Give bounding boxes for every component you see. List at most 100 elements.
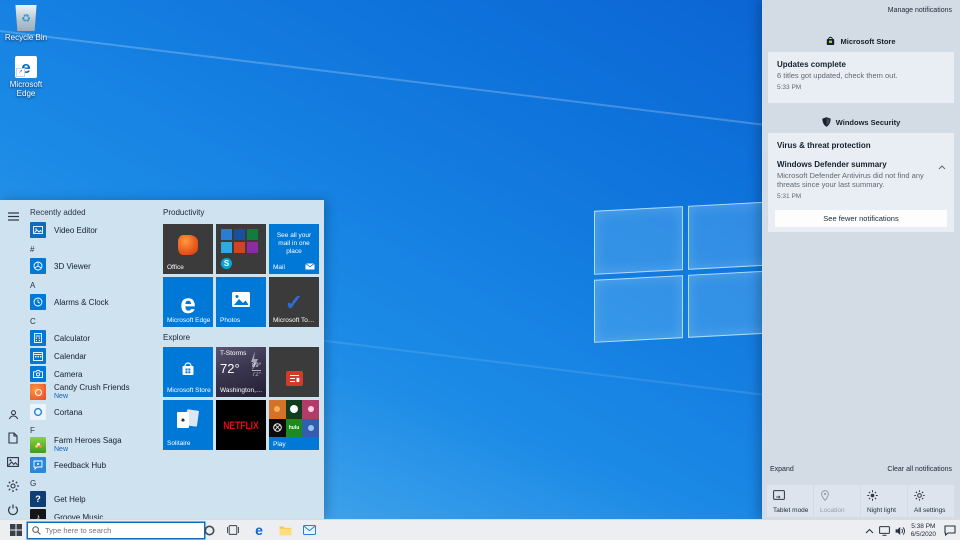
app-item-camera[interactable]: Camera: [24, 365, 166, 383]
tile-weather[interactable]: T-Storms 72° 89°72° Washington,…: [216, 347, 266, 397]
clock-time: 5:38 PM: [911, 523, 936, 531]
desktop-icon-label: Recycle Bin: [2, 33, 50, 42]
taskbar-edge-button[interactable]: e: [250, 520, 268, 540]
see-fewer-notifications-button[interactable]: See fewer notifications: [775, 210, 947, 227]
collapse-chevron-icon[interactable]: [938, 165, 946, 170]
candy-crush-icon: [30, 384, 46, 400]
network-button[interactable]: [879, 526, 890, 536]
speaker-icon: [895, 526, 906, 536]
desktop-icon-microsoft-edge[interactable]: e ↗ MicrosoftEdge: [2, 56, 50, 98]
camera-icon: [30, 366, 46, 382]
notification-group-microsoft-store[interactable]: Microsoft Store: [762, 36, 960, 46]
tile-news[interactable]: [269, 347, 319, 397]
power-button[interactable]: [5, 502, 21, 518]
tile-microsoft-store[interactable]: Microsoft Store: [163, 347, 213, 397]
tile-solitaire[interactable]: ♠ Solitaire: [163, 400, 213, 450]
app-list-section-c[interactable]: C: [30, 317, 36, 326]
start-button[interactable]: [4, 520, 28, 540]
task-view-button[interactable]: [224, 520, 242, 540]
app-item-3d-viewer[interactable]: 3D Viewer: [24, 257, 166, 275]
windows-logo-pane: [594, 275, 683, 343]
tile-microsoft-todo[interactable]: ✓ Microsoft To…: [269, 277, 319, 327]
show-hidden-icons-button[interactable]: [865, 528, 874, 534]
calculator-icon: [30, 330, 46, 346]
notification-store-updates[interactable]: Updates complete 6 titles got updated, c…: [768, 52, 954, 103]
news-icon: [286, 371, 303, 386]
app-item-cortana[interactable]: Cortana: [24, 403, 166, 421]
gear-icon: [914, 490, 925, 501]
tile-microsoft-edge[interactable]: e Microsoft Edge: [163, 277, 213, 327]
app-list-section-a[interactable]: A: [30, 281, 35, 290]
expand-link[interactable]: Expand: [770, 466, 794, 473]
app-list-section-recently-added[interactable]: Recently added: [30, 208, 86, 217]
file-explorer-button[interactable]: [276, 520, 294, 540]
quick-action-tablet-mode[interactable]: Tablet mode: [767, 485, 813, 517]
app-item-feedback-hub[interactable]: Feedback Hub: [24, 456, 166, 474]
action-center-button[interactable]: [944, 525, 956, 536]
taskbar-mail-button[interactable]: [300, 520, 318, 540]
documents-button[interactable]: [5, 430, 21, 446]
3d-viewer-icon: [30, 258, 46, 274]
cortana-icon: [30, 404, 46, 420]
volume-button[interactable]: [895, 526, 906, 536]
app-item-get-help[interactable]: ? Get Help: [24, 490, 166, 508]
office-icon: [178, 235, 198, 255]
app-item-farm-heroes-saga[interactable]: Farm Heroes SagaNew: [24, 436, 166, 454]
quick-action-location[interactable]: Location: [814, 485, 860, 517]
pictures-button[interactable]: [5, 454, 21, 470]
settings-button[interactable]: [5, 478, 21, 494]
app-item-alarms-clock[interactable]: Alarms & Clock: [24, 293, 166, 311]
shortcut-arrow-icon: ↗: [16, 68, 25, 77]
tile-mail[interactable]: See all your mail in one place Mail: [269, 224, 319, 274]
search-icon: [32, 526, 41, 535]
cortana-button[interactable]: [200, 520, 218, 540]
app-item-calendar[interactable]: Calendar: [24, 347, 166, 365]
quick-action-night-light[interactable]: Night light: [861, 485, 907, 517]
tile-office[interactable]: Office: [163, 224, 213, 274]
farm-heroes-icon: [30, 437, 46, 453]
todo-check-icon: ✓: [285, 290, 303, 316]
search-input[interactable]: [45, 526, 200, 535]
app-list-section-g[interactable]: G: [30, 479, 36, 488]
windows-logo-pane: [594, 206, 683, 274]
app-item-calculator[interactable]: Calculator: [24, 329, 166, 347]
app-list-section-f[interactable]: F: [30, 426, 35, 435]
office-apps-grid-icon: [221, 229, 261, 253]
notification-windows-defender[interactable]: Virus & threat protection Windows Defend…: [768, 133, 954, 232]
tile-netflix[interactable]: NETFLIX: [216, 400, 266, 450]
tile-office-apps[interactable]: S: [216, 224, 266, 274]
netflix-wordmark: NETFLIX: [223, 418, 258, 432]
clock-date: 6/5/2020: [911, 531, 936, 539]
task-view-icon: [227, 525, 239, 535]
start-menu-expand-button[interactable]: [5, 208, 21, 224]
cortana-icon: [204, 525, 215, 536]
folder-icon: [279, 525, 292, 536]
quick-action-all-settings[interactable]: All settings: [908, 485, 954, 517]
app-list-section-hash[interactable]: #: [30, 245, 34, 254]
video-editor-icon: [30, 222, 46, 238]
taskbar-search-box[interactable]: [27, 522, 205, 539]
action-center-panel: Manage notifications Microsoft Store Upd…: [762, 0, 960, 519]
network-display-icon: [879, 526, 890, 536]
taskbar-clock[interactable]: 5:38 PM 6/5/2020: [911, 523, 936, 538]
mail-tile-text: See all your mail in one place: [275, 232, 313, 256]
get-help-icon: ?: [30, 491, 46, 507]
app-item-candy-crush-friends[interactable]: Candy Crush FriendsNew: [24, 383, 166, 401]
tablet-mode-icon: [773, 490, 785, 500]
user-account-button[interactable]: [5, 406, 21, 422]
manage-notifications-link[interactable]: Manage notifications: [888, 7, 952, 14]
tile-photos[interactable]: Photos: [216, 277, 266, 327]
edge-icon: e ↗: [15, 56, 37, 78]
tile-group-title-productivity[interactable]: Productivity: [163, 208, 204, 217]
app-item-video-editor[interactable]: Video Editor: [24, 221, 166, 239]
clear-all-notifications-link[interactable]: Clear all notifications: [887, 466, 952, 473]
edge-logo: e: [180, 290, 196, 318]
tile-group-title-explore[interactable]: Explore: [163, 333, 190, 342]
desktop-icon-recycle-bin[interactable]: ♻ Recycle Bin: [2, 5, 50, 42]
calendar-icon: [30, 348, 46, 364]
notification-group-windows-security[interactable]: Windows Security: [762, 117, 960, 127]
tile-play[interactable]: hulu Play: [269, 400, 319, 450]
hulu-wordmark: hulu: [289, 425, 300, 431]
power-icon: [7, 504, 19, 516]
app-item-groove-music[interactable]: ♪ Groove Music: [24, 508, 166, 519]
